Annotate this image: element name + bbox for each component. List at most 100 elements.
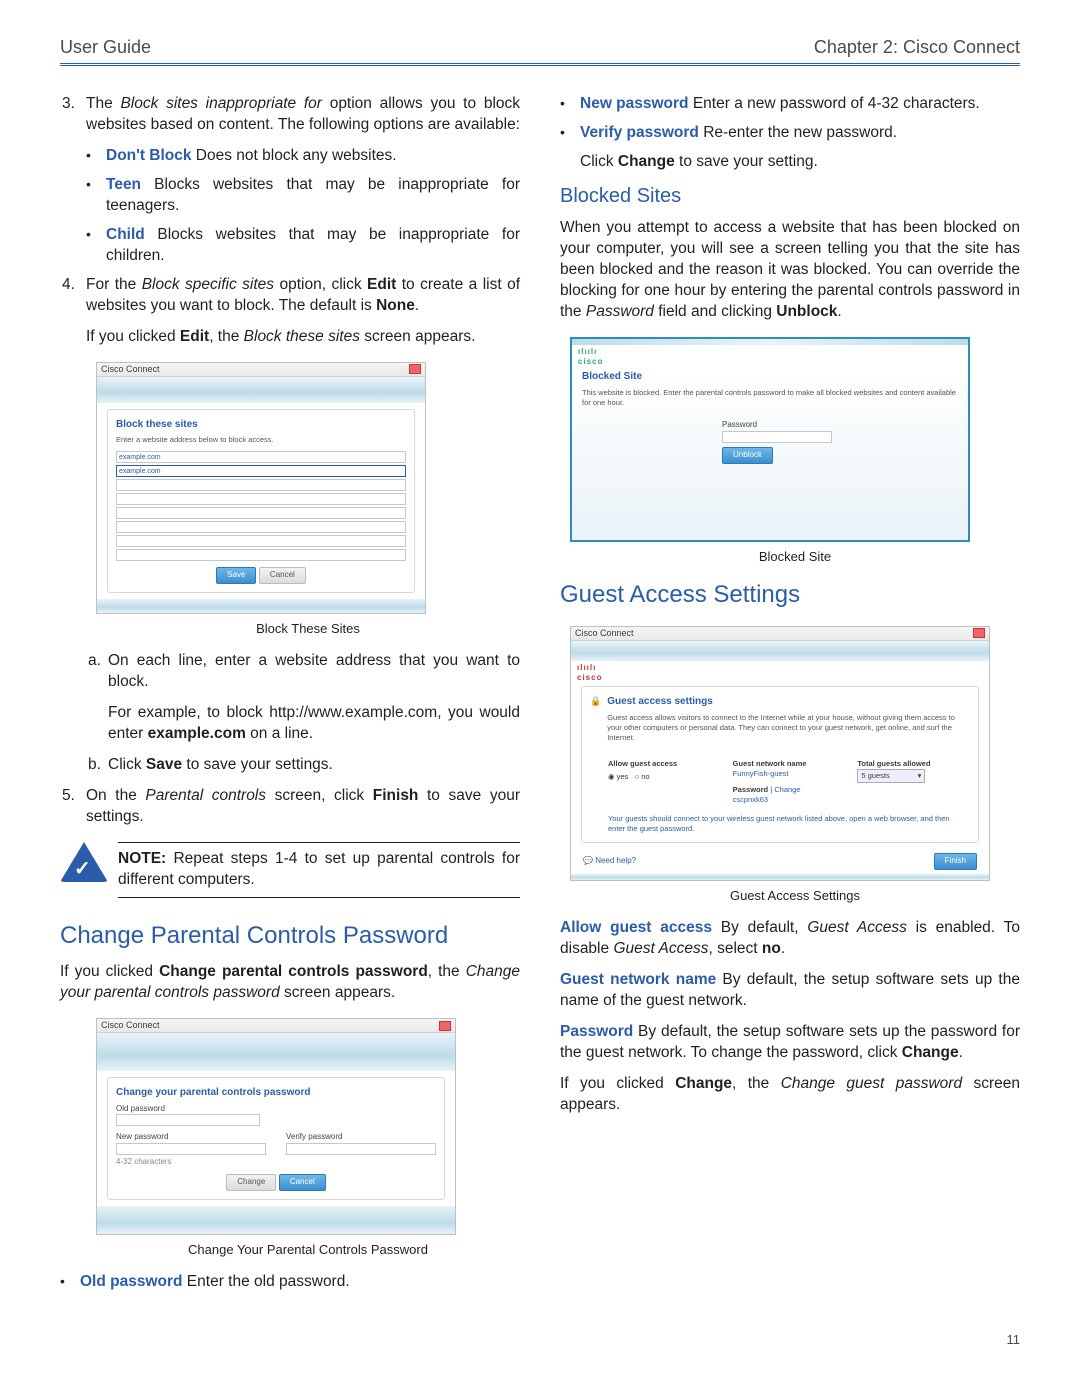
option-child: • Child Blocks websites that may be inap… — [60, 225, 520, 267]
term: Guest network name — [560, 971, 716, 988]
if-change-paragraph: If you clicked Change, the Change guest … — [560, 1074, 1020, 1116]
site-input[interactable] — [116, 521, 406, 533]
site-input[interactable]: example.com — [116, 451, 406, 463]
mock-titlebar: Cisco Connect — [571, 627, 989, 641]
text: , the — [209, 328, 243, 345]
lock-icon: 🔒 — [590, 695, 601, 707]
finish-button[interactable]: Finish — [934, 853, 977, 870]
page-number: 11 — [60, 1331, 1020, 1349]
cisco-logo: ılıılıcisco — [572, 345, 968, 371]
text: field and clicking — [654, 303, 776, 320]
text-bold: Change — [675, 1075, 732, 1092]
new-password-input[interactable] — [116, 1143, 266, 1155]
panel-sub: Enter a website address below to block a… — [116, 435, 406, 445]
close-icon[interactable] — [973, 628, 985, 638]
verify-password-input[interactable] — [286, 1143, 436, 1155]
cisco-logo: ılıılıcisco — [571, 661, 989, 687]
site-input[interactable] — [116, 507, 406, 519]
text: option, click — [274, 276, 367, 293]
site-input[interactable] — [116, 493, 406, 505]
text-bold: Change — [902, 1044, 959, 1061]
step-5: 5. On the Parental controls screen, clic… — [60, 786, 520, 828]
figure-caption: Change Your Parental Controls Password — [96, 1241, 520, 1259]
label-password: Password — [733, 785, 768, 794]
text-bold: Save — [146, 756, 182, 773]
old-password-input[interactable] — [116, 1114, 260, 1126]
mock-title: Cisco Connect — [101, 363, 160, 375]
site-input[interactable]: example.com — [116, 465, 406, 477]
heading-change-password: Change Parental Controls Password — [60, 920, 520, 952]
change-button[interactable]: Change — [226, 1174, 276, 1191]
text: By default, — [712, 919, 807, 936]
mock-titlebar: Cisco Connect — [97, 363, 425, 377]
text: Enter the old password. — [183, 1273, 350, 1290]
text-bold: Edit — [367, 276, 396, 293]
text: Enter a new password of 4-32 characters. — [689, 95, 980, 112]
close-icon[interactable] — [409, 364, 421, 374]
change-password-intro: If you clicked Change parental controls … — [60, 962, 520, 1004]
unblock-button[interactable]: Unblock — [722, 447, 773, 464]
text: Blocks websites that may be inappropriat… — [106, 226, 520, 264]
figure-change-password: Cisco Connect Change your parental contr… — [96, 1018, 520, 1258]
text-bold: Change — [618, 153, 675, 170]
text: On each line, enter a website address th… — [108, 651, 520, 693]
text-bold: example.com — [148, 725, 246, 742]
password-paragraph: Password By default, the setup software … — [560, 1022, 1020, 1064]
col-total-guests: Total guests allowed — [857, 759, 964, 769]
text: Does not block any websites. — [192, 147, 397, 164]
left-column: 3. The Block sites inappropriate for opt… — [60, 94, 520, 1301]
text-italic: Block sites inappropriate for — [120, 95, 322, 112]
chevron-down-icon: ▾ — [918, 771, 922, 781]
site-input[interactable] — [116, 535, 406, 547]
text: If you clicked — [560, 1075, 675, 1092]
guest-footer-note: Your guests should connect to your wirel… — [608, 814, 964, 834]
text-italic: Change guest password — [781, 1075, 962, 1092]
site-input[interactable] — [116, 549, 406, 561]
text: no — [641, 772, 649, 781]
cancel-button[interactable]: Cancel — [259, 567, 306, 584]
text-italic: Guest Access — [613, 940, 708, 957]
text: For the — [86, 276, 142, 293]
new-password-def: • New password Enter a new password of 4… — [560, 94, 1020, 115]
change-link[interactable]: Change — [774, 785, 800, 794]
close-icon[interactable] — [439, 1021, 451, 1031]
save-button[interactable]: Save — [216, 567, 256, 584]
text: On the — [86, 787, 145, 804]
mock-titlebar: Cisco Connect — [97, 1019, 455, 1033]
text-italic: Guest Access — [807, 919, 907, 936]
term: Child — [106, 226, 145, 243]
cancel-button[interactable]: Cancel — [279, 1174, 326, 1191]
text: If you clicked — [60, 963, 159, 980]
text: If you clicked — [86, 328, 180, 345]
radio-yes[interactable]: ◉ — [608, 772, 617, 781]
panel-heading: Guest access settings — [607, 695, 970, 709]
step-number: a. — [86, 651, 108, 693]
page-header: User Guide Chapter 2: Cisco Connect — [60, 35, 1020, 66]
panel-heading: Change your parental controls password — [116, 1086, 436, 1100]
text-italic: Block specific sites — [142, 276, 274, 293]
col-guest-name: Guest network name — [733, 759, 840, 769]
figure-caption: Block These Sites — [96, 620, 520, 638]
step-number: 5. — [60, 786, 86, 828]
option-teen: • Teen Blocks websites that may be inapp… — [60, 175, 520, 217]
site-input[interactable] — [116, 479, 406, 491]
text: 5 guests — [861, 771, 889, 781]
figure-caption: Blocked Site — [570, 548, 1020, 566]
text: Click — [108, 756, 146, 773]
password-input[interactable] — [722, 431, 832, 443]
text-bold: no — [762, 940, 781, 957]
panel-sub: Guest access allows visitors to connect … — [607, 713, 970, 743]
panel-sub: This website is blocked. Enter the paren… — [582, 388, 958, 408]
step-number: b. — [86, 755, 108, 776]
guest-name-value: FunnyFish-guest — [733, 769, 840, 779]
text: . — [837, 303, 841, 320]
step-number: 3. — [60, 94, 86, 136]
text: to save your settings. — [182, 756, 333, 773]
step-4-follow: If you clicked Edit, the Block these sit… — [60, 327, 520, 348]
text-italic: Parental controls — [145, 787, 266, 804]
step-4a-follow: For example, to block http://www.example… — [86, 703, 520, 745]
guests-select[interactable]: 5 guests ▾ — [857, 769, 925, 783]
text: . — [415, 297, 419, 314]
need-help-link[interactable]: 💬 Need help? — [583, 856, 636, 867]
text: , the — [732, 1075, 781, 1092]
